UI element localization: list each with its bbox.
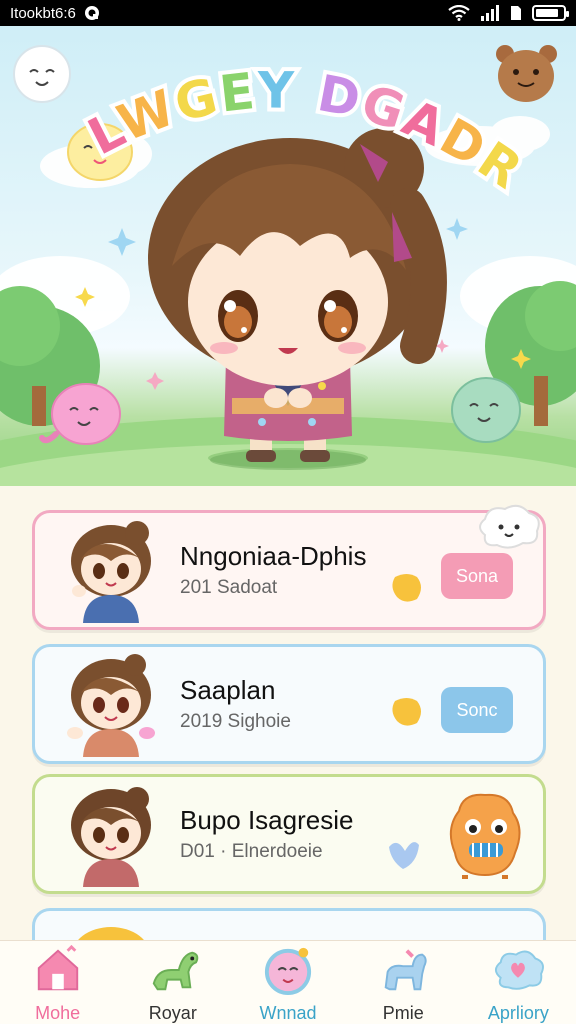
avatar <box>71 521 151 623</box>
sim-icon <box>511 6 521 20</box>
pony-icon <box>384 949 427 991</box>
card-subtitle: 2019 Sighoie <box>180 711 291 732</box>
nav-label: Mohe <box>35 1003 81 1023</box>
nav-item[interactable]: Mohe <box>0 941 115 1024</box>
nav-item[interactable]: Aprliory <box>461 941 576 1024</box>
wifi-icon <box>448 5 470 21</box>
card-title: Saaplan <box>180 675 276 705</box>
nav-item[interactable]: Pmie <box>346 941 461 1024</box>
nav-label: Aprliory <box>487 1003 549 1023</box>
avatar <box>67 654 155 757</box>
nav-label: Wnnad <box>259 1003 317 1023</box>
heart-wing-icon <box>389 842 419 869</box>
card-subtitle: 201 Sadoat <box>180 577 278 598</box>
green-blob-buddy <box>451 377 521 443</box>
avatar <box>71 787 151 887</box>
card-title: Bupo Isagresie <box>180 805 354 835</box>
battery-icon <box>532 5 569 21</box>
cloud-face-icon <box>479 504 540 549</box>
card-action-button[interactable]: Sonc <box>441 687 513 733</box>
nav-label: Pmie <box>382 1003 424 1023</box>
star-icon <box>392 698 421 726</box>
status-right <box>448 5 569 21</box>
star-icon <box>392 574 421 602</box>
list-card[interactable]: Bupo Isagresie D01 · Elnerdoeie <box>32 774 546 894</box>
status-left: Itookbt6:6 <box>10 5 100 22</box>
nav-label: Royar <box>148 1003 197 1023</box>
nav-item[interactable]: Wnnad <box>230 941 345 1024</box>
card-list: Nngoniaa-Dphis 201 Sadoat Sona Saaplan 2… <box>0 486 576 977</box>
card-title: Nngoniaa-Dphis <box>180 541 367 571</box>
monster-icon <box>449 793 521 879</box>
card-action-button[interactable]: Sona <box>441 553 513 599</box>
list-card[interactable]: Saaplan 2019 Sighoie Sonc <box>32 644 546 764</box>
home-icon <box>37 945 78 991</box>
notification-icon <box>84 6 99 20</box>
status-bar: Itookbt6:6 <box>0 0 576 26</box>
card-subtitle: D01 · Elnerdoeie <box>180 841 323 862</box>
bubble-face-icon <box>264 947 312 995</box>
status-time: Itookbt6:6 <box>10 4 76 22</box>
hero-banner: LWGEY DGADRA <box>0 26 576 486</box>
svg-text:LWGEY DGADRA: LWGEY DGADRA <box>0 26 534 201</box>
heart-cloud-icon <box>495 950 545 990</box>
list-card[interactable]: Nngoniaa-Dphis 201 Sadoat Sona <box>32 504 546 630</box>
hero-title-text: LWGEY DGADRA <box>0 26 536 205</box>
nav-item[interactable]: Royar <box>115 941 230 1024</box>
bottom-nav: Mohe Royar Wnnad Pmie Aprliory <box>0 940 576 1024</box>
signal-icon <box>481 5 499 21</box>
hero-title: LWGEY DGADRA <box>0 26 536 205</box>
battery-level <box>536 9 559 17</box>
dinosaur-icon <box>152 951 199 991</box>
